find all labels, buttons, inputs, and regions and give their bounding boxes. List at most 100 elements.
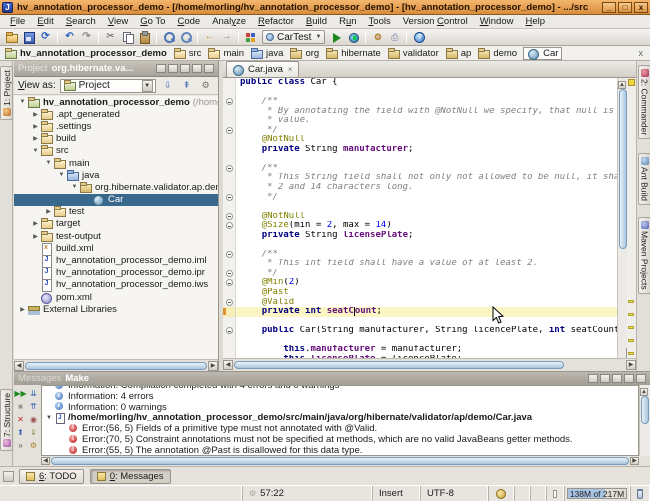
menu-build[interactable]: Build [300, 16, 333, 27]
toolwindow-button-0-messages[interactable]: 0: Messages [90, 469, 171, 484]
caret-position-cell[interactable]: ⚙ 57:22 [242, 486, 372, 501]
fold-marker-icon[interactable] [226, 279, 233, 286]
fold-marker-icon[interactable] [226, 222, 233, 229]
code-line-7[interactable]: @NotNull [223, 135, 617, 145]
code-editor[interactable]: public class Car { /** * By annotating t… [223, 78, 617, 358]
open-icon[interactable] [5, 31, 18, 43]
error-stripe-status-icon[interactable] [628, 79, 635, 86]
expand-arrow-icon[interactable]: ▼ [70, 184, 79, 190]
message-row-5[interactable]: Error:(56, 5) Fields of a primitive type… [42, 423, 638, 434]
code-line-16[interactable]: @Size(min = 2, max = 14) [223, 221, 617, 231]
menu-search[interactable]: Search [60, 16, 102, 27]
breadcrumb-item-hv-annotation-processor-demo[interactable]: hv_annotation_processor_demo [4, 48, 167, 59]
minimize-window-icon[interactable] [192, 64, 202, 73]
fold-marker-icon[interactable] [226, 213, 233, 220]
close-button[interactable]: x [634, 2, 648, 13]
code-line-23[interactable]: @Past [223, 288, 617, 298]
message-row-6[interactable]: Error:(70, 5) Constraint annotations mus… [42, 434, 638, 445]
code-line-4[interactable]: * By annotating the field with @NotNull … [223, 107, 617, 117]
expand-arrow-icon[interactable]: ▶ [31, 233, 40, 240]
next-message-icon[interactable]: ⬆ [17, 428, 24, 438]
combo-dropdown-icon[interactable]: ▼ [142, 80, 153, 92]
menu-version-control[interactable]: Version Control [397, 16, 474, 27]
code-line-3[interactable]: /** [223, 97, 617, 107]
close-icon[interactable]: ✕ [17, 415, 24, 425]
tool-stripe-maven-button[interactable]: Maven Projects [638, 217, 650, 294]
paste-icon[interactable] [138, 31, 151, 43]
code-line-9[interactable] [223, 154, 617, 164]
undo-icon[interactable] [63, 31, 76, 43]
message-row-7[interactable]: Error:(55, 5) The annotation @Past is di… [42, 445, 638, 456]
scrollbar-thumb[interactable] [51, 457, 629, 465]
error-stripe-mark[interactable] [628, 313, 634, 316]
expand-arrow-icon[interactable]: ▶ [31, 135, 40, 142]
breadcrumb-item-hibernate[interactable]: hibernate [325, 48, 381, 59]
messages-vertical-scrollbar[interactable]: ▲ [639, 385, 650, 456]
code-line-5[interactable]: * value. [223, 116, 617, 126]
editor-horizontal-scrollbar[interactable]: ◀ ▶ [223, 358, 636, 371]
menu-refactor[interactable]: Refactor [252, 16, 300, 27]
breadcrumb-item-java[interactable]: java [250, 48, 283, 59]
toolwindow-toggle-icon[interactable] [3, 471, 14, 482]
debug-icon[interactable] [347, 31, 360, 43]
code-line-26[interactable] [223, 317, 617, 327]
menu-edit[interactable]: Edit [31, 16, 59, 27]
tree-item-apt-generated[interactable]: ▶.apt_generated [14, 108, 218, 120]
tool-stripe-project-button[interactable]: 1: Project [0, 66, 13, 120]
message-row-2[interactable]: Information: 4 errors [42, 391, 638, 402]
fold-marker-icon[interactable] [226, 270, 233, 277]
tree-item-pom-xml[interactable]: pom.xml [14, 291, 218, 303]
code-line-22[interactable]: @Min(2) [223, 278, 617, 288]
fold-marker-icon[interactable] [226, 251, 233, 258]
scroll-up-icon[interactable]: ▲ [640, 388, 648, 396]
tree-item-external-libraries[interactable]: ▶External Libraries [14, 303, 218, 315]
code-line-11[interactable]: * This String field shall not only not a… [223, 173, 617, 183]
menu-file[interactable]: File [4, 16, 31, 27]
editor-tab-car-java[interactable]: Car.java × [226, 61, 299, 77]
code-line-13[interactable]: */ [223, 193, 617, 203]
dock-window-icon[interactable] [168, 64, 178, 73]
tree-item-test-output[interactable]: ▶test-output [14, 230, 218, 242]
tab-close-icon[interactable]: × [288, 65, 293, 74]
find-icon[interactable] [162, 31, 175, 43]
project-horizontal-scrollbar[interactable]: ◀ ▶ [14, 359, 218, 371]
scrollbar-thumb[interactable] [641, 396, 649, 424]
close-window-icon[interactable] [636, 374, 646, 383]
memory-indicator[interactable]: 138M of 217M [564, 486, 630, 501]
navigation-bar-close-icon[interactable]: x [639, 48, 647, 58]
save-all-icon[interactable] [22, 31, 35, 43]
fold-marker-icon[interactable] [226, 327, 233, 334]
export-icon[interactable] [388, 31, 401, 43]
code-line-14[interactable] [223, 202, 617, 212]
error-stripe-mark[interactable] [628, 352, 634, 355]
expand-arrow-icon[interactable]: ▶ [18, 306, 27, 313]
expand-arrow-icon[interactable]: ▼ [46, 415, 54, 421]
message-row-4[interactable]: ▼/home/morling/hv_annotation_processor_d… [42, 412, 638, 423]
breadcrumb-item-main[interactable]: main [207, 48, 244, 59]
menu-go-to[interactable]: Go To [134, 16, 171, 27]
settings-gear-icon[interactable]: ⚙ [199, 79, 213, 92]
float-window-icon[interactable] [588, 374, 598, 383]
readonly-toggle-cell[interactable] [546, 486, 564, 501]
error-stripe[interactable] [627, 78, 636, 358]
redo-icon[interactable] [80, 31, 93, 43]
copy-icon[interactable] [121, 31, 134, 43]
cut-icon[interactable] [104, 31, 117, 43]
code-line-12[interactable]: * 2 and 14 characters long. [223, 183, 617, 193]
menu-window[interactable]: Window [474, 16, 520, 27]
stop-icon[interactable]: ■ [18, 402, 23, 412]
tree-item-settings[interactable]: ▶.settings [14, 120, 218, 132]
tree-item-org-hibernate-validator-ap-demo[interactable]: ▼org.hibernate.validator.ap.demo [14, 181, 218, 193]
combo-dropdown-icon[interactable]: ▼ [315, 34, 321, 40]
message-row-3[interactable]: Information: 0 warnings [42, 402, 638, 413]
minimize-window-icon[interactable] [624, 374, 634, 383]
scrollbar-thumb[interactable] [234, 361, 564, 369]
menu-view[interactable]: View [102, 16, 134, 27]
expand-arrow-icon[interactable]: ▶ [31, 111, 40, 118]
fold-marker-icon[interactable] [226, 165, 233, 172]
pin-window-icon[interactable] [180, 64, 190, 73]
breadcrumb-item-ap[interactable]: ap [445, 48, 472, 59]
code-line-21[interactable]: */ [223, 269, 617, 279]
scrollbar-thumb[interactable] [619, 89, 627, 249]
forward-icon[interactable] [220, 31, 233, 43]
